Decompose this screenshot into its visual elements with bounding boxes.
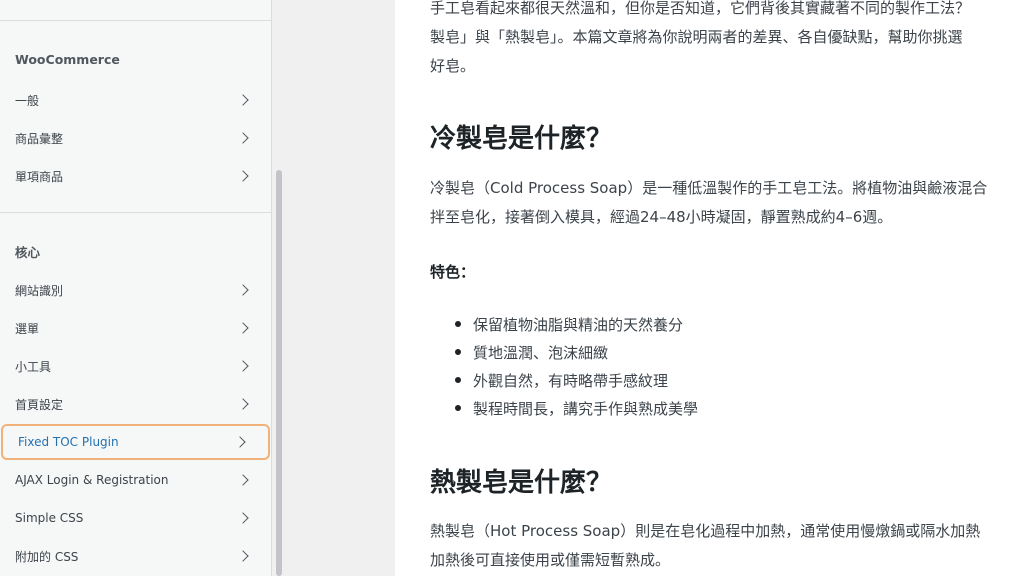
menu-item-single-product[interactable]: 單項商品 [0, 158, 271, 194]
menu-item-label: 商品彙整 [15, 131, 64, 146]
heading-hot-process: 熱製皂是什麼？ [430, 468, 613, 498]
customizer-sidebar: WooCommerce 一般 商品彙整 單項商品 核心 網站識別 選單 小工具 … [0, 0, 272, 576]
chevron-right-icon [237, 474, 249, 486]
menu-item-label: 附加的 CSS [15, 549, 79, 564]
divider [0, 20, 271, 21]
bullet-icon [455, 405, 461, 411]
section-heading-woocommerce: WooCommerce [15, 52, 120, 67]
menu-item-site-identity[interactable]: 網站識別 [0, 272, 271, 308]
heading-cold-process: 冷製皂是什麼？ [430, 124, 613, 154]
menu-item-label: 選單 [15, 321, 40, 336]
menu-item-simple-css[interactable]: Simple CSS [0, 500, 271, 536]
hot-paragraph-line: 加熱後可直接使用或僅需短暫熟成。 [430, 551, 671, 569]
chevron-right-icon [237, 94, 249, 106]
chevron-right-icon [237, 322, 249, 334]
chevron-right-icon [237, 512, 249, 524]
menu-item-label: 一般 [15, 93, 40, 108]
bullet-icon [455, 377, 461, 383]
list-item-text: 質地溫潤、泡沫細緻 [473, 343, 609, 362]
divider [0, 212, 271, 213]
menu-item-label: 首頁設定 [15, 397, 64, 412]
list-item-text: 製程時間長，講究手作與熟成美學 [473, 399, 699, 418]
cold-paragraph-line: 拌至皂化，接著倒入模具，經過24–48小時凝固，靜置熟成約4–6週。 [430, 208, 893, 226]
section-heading-core: 核心 [15, 245, 41, 260]
preview-article: 手工皂看起來都很天然溫和，但你是否知道，它們背後其實藏著不同的製作工法？ 製皂」… [395, 0, 1024, 576]
chevron-right-icon [237, 550, 249, 562]
menu-item-widgets[interactable]: 小工具 [0, 348, 271, 384]
chevron-right-icon [237, 170, 249, 182]
chevron-right-icon [237, 360, 249, 372]
menu-item-label: Fixed TOC Plugin [18, 435, 119, 449]
menu-item-product-catalog[interactable]: 商品彙整 [0, 120, 271, 156]
chevron-right-icon [234, 436, 246, 448]
list-item: 外觀自然，有時略帶手感紋理 [455, 366, 698, 394]
bullet-icon [455, 321, 461, 327]
list-item-text: 保留植物油脂與精油的天然養分 [473, 315, 684, 334]
list-item: 製程時間長，講究手作與熟成美學 [455, 394, 698, 422]
bullet-icon [455, 349, 461, 355]
intro-paragraph-line: 手工皂看起來都很天然溫和，但你是否知道，它們背後其實藏著不同的製作工法？ [430, 0, 971, 17]
sidebar-scrollbar-thumb[interactable] [276, 170, 282, 576]
list-item: 質地溫潤、泡沫細緻 [455, 338, 698, 366]
intro-paragraph-line: 好皂。 [430, 57, 476, 75]
chevron-right-icon [237, 398, 249, 410]
features-label: 特色： [430, 263, 476, 281]
menu-item-homepage-settings[interactable]: 首頁設定 [0, 386, 271, 422]
menu-item-fixed-toc-plugin[interactable]: Fixed TOC Plugin [1, 424, 270, 460]
menu-item-general[interactable]: 一般 [0, 82, 271, 118]
chevron-right-icon [237, 284, 249, 296]
menu-item-label: 小工具 [15, 359, 52, 374]
menu-item-label: 單項商品 [15, 169, 64, 184]
chevron-right-icon [237, 132, 249, 144]
menu-item-ajax-login[interactable]: AJAX Login & Registration [0, 462, 271, 498]
intro-paragraph-line: 製皂」與「熱製皂」。本篇文章將為你說明兩者的差異、各自優缺點，幫助你挑選 [430, 28, 963, 46]
menu-item-additional-css[interactable]: 附加的 CSS [0, 538, 271, 574]
list-item-text: 外觀自然，有時略帶手感紋理 [473, 371, 669, 390]
cold-paragraph-line: 冷製皂（Cold Process Soap）是一種低溫製作的手工皂工法。將植物油… [430, 179, 988, 197]
menu-item-label: AJAX Login & Registration [15, 473, 169, 487]
menu-item-label: 網站識別 [15, 283, 64, 298]
hot-paragraph-line: 熱製皂（Hot Process Soap）則是在皂化過程中加熱，通常使用慢燉鍋或… [430, 522, 981, 540]
preview-margin [286, 0, 395, 576]
features-list: 保留植物油脂與精油的天然養分 質地溫潤、泡沫細緻 外觀自然，有時略帶手感紋理 製… [455, 310, 698, 422]
list-item: 保留植物油脂與精油的天然養分 [455, 310, 698, 338]
menu-item-label: Simple CSS [15, 511, 84, 525]
menu-item-menus[interactable]: 選單 [0, 310, 271, 346]
